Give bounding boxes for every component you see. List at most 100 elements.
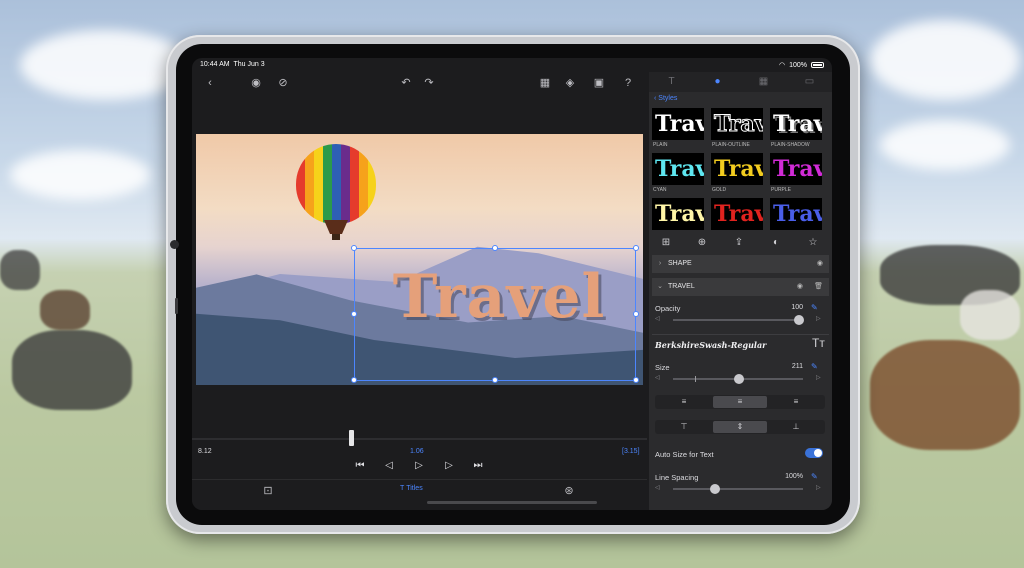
pencil-icon[interactable]: ✎ [811,472,818,481]
favorite-icon[interactable]: ☆ [806,236,820,250]
skip-start-icon[interactable]: ⏮ [355,460,365,471]
align-left-icon[interactable]: ≡ [657,396,711,408]
align-middle-icon[interactable]: ⇕ [713,421,767,433]
timeline-track[interactable] [192,438,647,440]
size-slider[interactable] [673,374,803,384]
step-forward-icon[interactable]: ▷ [444,460,454,471]
resize-handle[interactable] [492,245,498,251]
decrement-icon[interactable]: ◁ [655,484,660,491]
pencil-icon[interactable]: ✎ [811,303,818,312]
auto-size-toggle[interactable] [805,448,823,458]
export-icon[interactable]: ▣ [591,75,607,91]
resize-handle[interactable] [492,377,498,383]
style-tile[interactable]: Trav [770,153,822,185]
style-tile-label: CYAN [653,187,667,193]
editor-toolbar: ‹ ◉ ⊘ ↶ ↷ ▦ ◈ ▣ ? [192,72,647,94]
style-tile[interactable]: Trav [770,198,822,230]
font-picker-icon[interactable]: Tт [812,336,825,350]
increment-icon[interactable]: ▷ [816,315,821,322]
styles-icon: ● [714,76,721,87]
battery-percent: 100% [789,61,807,69]
pencil-icon[interactable]: ✎ [811,362,818,371]
resize-handle[interactable] [351,245,357,251]
help-icon[interactable]: ? [620,75,636,91]
tab-image[interactable]: ▭ [787,74,832,90]
video-preview[interactable]: Travel [196,134,643,385]
increment-icon[interactable]: ▷ [816,374,821,381]
add-icon[interactable]: ⊞ [659,236,673,250]
shape-section-header[interactable]: › SHAPE ◉ [652,255,829,273]
layers-icon[interactable]: ◈ [562,75,578,91]
resize-handle[interactable] [351,377,357,383]
resize-handle[interactable] [633,245,639,251]
tab-styles[interactable]: ● [695,74,740,90]
resize-handle[interactable] [633,311,639,317]
eye-icon[interactable]: ◉ [817,255,823,273]
decrement-icon[interactable]: ◁ [655,374,660,381]
checkerboard-icon[interactable]: ▦ [537,75,553,91]
align-right-icon[interactable]: ≡ [769,396,823,408]
selection-box[interactable] [354,248,636,381]
volume-button [175,298,178,314]
cloud [10,150,150,200]
camera-switch-icon[interactable]: ⊛ [561,483,577,499]
eye-slash-icon[interactable]: ⊘ [275,75,291,91]
trash-icon[interactable]: 🗑︎ [814,278,823,296]
align-top-icon[interactable]: ⊤ [657,421,711,433]
style-tile-label: PLAIN-SHADOW [771,142,810,148]
opacity-slider[interactable] [673,315,804,325]
align-center-icon[interactable]: ≡ [713,396,767,408]
playhead[interactable] [349,430,354,446]
resize-handle[interactable] [633,377,639,383]
play-icon[interactable]: ▷ [414,460,424,471]
cow [40,290,90,330]
eye-icon[interactable]: ◉ [797,278,803,296]
style-tile[interactable]: Trav [770,108,822,140]
style-tile[interactable]: Trav [652,198,704,230]
divider [652,334,829,335]
increment-icon[interactable]: ▷ [816,484,821,491]
font-name[interactable]: BerkshireSwash-Regular [655,340,766,350]
add-style-icon[interactable]: ⊕ [695,236,709,250]
ipad-screen: 10:44 AM Thu Jun 3 ◠ 100% ‹ ◉ ⊘ ↶ ↷ ▦ ◈ … [192,58,832,510]
tab-grid[interactable]: ▦ [741,74,786,90]
status-right: ◠ 100% [779,61,824,69]
tab-text[interactable]: T [649,74,694,90]
redo-icon[interactable]: ↷ [421,75,437,91]
media-icon[interactable]: ⊡ [260,483,276,499]
decrement-icon[interactable]: ◁ [655,315,660,322]
cow [12,330,132,410]
step-back-icon[interactable]: ◁ [384,460,394,471]
home-indicator [427,501,597,504]
size-slider-knob[interactable] [734,374,744,384]
skip-end-icon[interactable]: ⏭ [473,460,483,471]
line-spacing-slider-knob[interactable] [710,484,720,494]
grid-icon: ▦ [758,76,769,87]
styles-back-link[interactable]: ‹ Styles [654,95,677,102]
travel-section-label: TRAVEL [668,283,695,290]
undo-icon[interactable]: ↶ [398,75,414,91]
travel-section-header[interactable]: ⌄ TRAVEL ◉ 🗑︎ [652,278,829,296]
style-preview-icon[interactable]: ◐ [769,236,783,250]
align-bottom-icon[interactable]: ⊥ [769,421,823,433]
line-spacing-value: 100% [785,473,803,480]
tab-titles[interactable]: T Titles [400,485,423,492]
style-tile[interactable]: Trav [711,153,763,185]
style-tile[interactable]: Trav [652,153,704,185]
style-tile[interactable]: Trav [652,108,704,140]
export-style-icon[interactable]: ⇪ [732,236,746,250]
line-spacing-slider[interactable] [673,484,803,494]
cloud [870,20,1020,100]
opacity-slider-knob[interactable] [794,315,804,325]
line-spacing-label: Line Spacing [655,473,699,482]
eye-icon[interactable]: ◉ [248,75,264,91]
style-tile[interactable]: Trav [711,108,763,140]
titles-icon: T [400,485,405,492]
chevron-left-icon[interactable]: ‹ [202,75,218,91]
timecode-current: 1.06 [410,448,424,455]
auto-size-label: Auto Size for Text [655,450,714,459]
status-time: 10:44 AM Thu Jun 3 [200,61,265,68]
hot-air-balloon [296,144,376,224]
resize-handle[interactable] [351,311,357,317]
style-tile[interactable]: Trav [711,198,763,230]
